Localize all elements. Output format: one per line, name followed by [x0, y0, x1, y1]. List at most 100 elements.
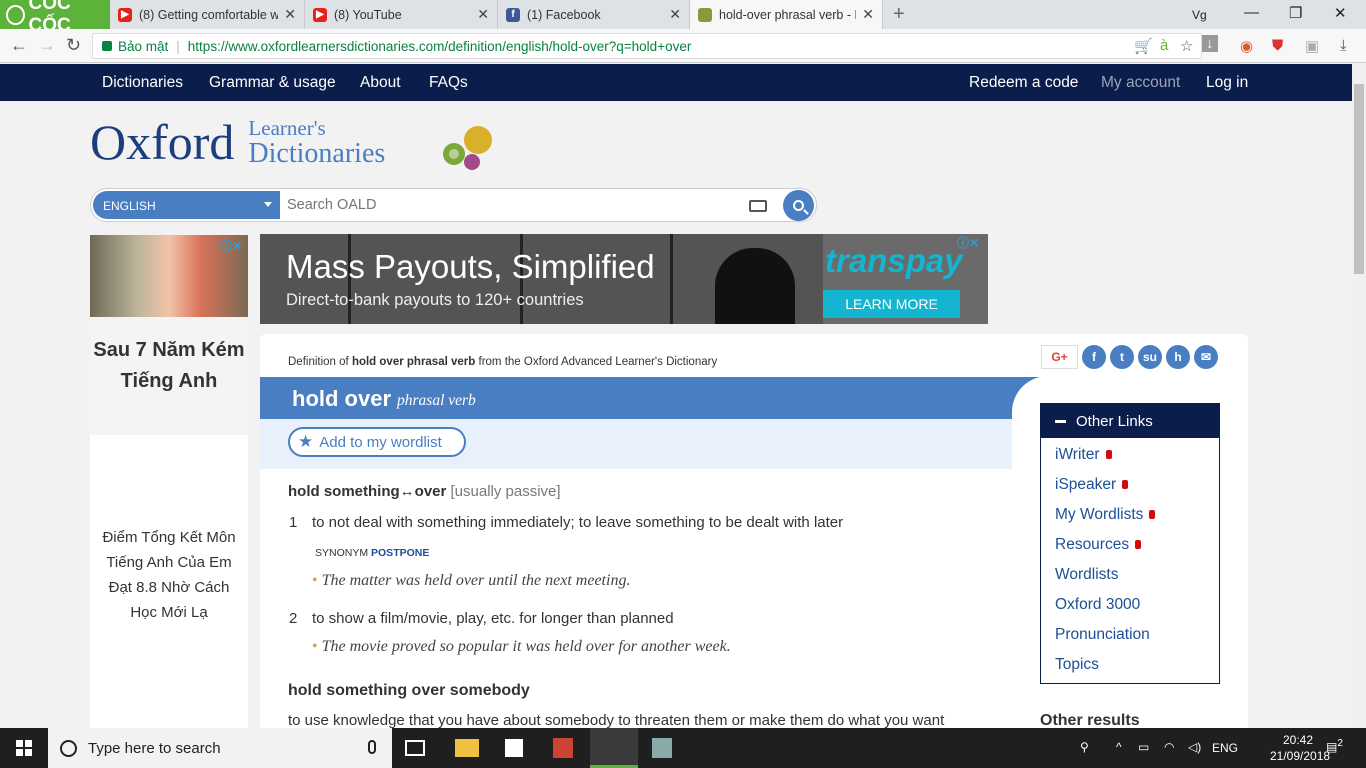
- sense-2-definition: to show a film/movie, play, etc. for lon…: [312, 610, 674, 627]
- ad-choices-icon[interactable]: ⓘ✕: [957, 234, 979, 251]
- page-scrollbar[interactable]: [1352, 64, 1366, 728]
- entry-2-heading: hold something over somebody: [288, 682, 530, 699]
- entry-1-note: [usually passive]: [450, 483, 561, 500]
- oxford-logo[interactable]: Oxford Learner's Dictionaries: [90, 112, 492, 172]
- battery-icon[interactable]: ▭: [1138, 740, 1149, 754]
- synonym-link[interactable]: POSTPONE: [371, 547, 429, 559]
- link-resources[interactable]: Resources: [1055, 536, 1142, 554]
- secure-label: Bảo mật: [118, 38, 169, 54]
- close-tab-icon[interactable]: ✕: [669, 6, 681, 23]
- learn-more-button[interactable]: LEARN MORE: [823, 290, 960, 318]
- notifications-icon[interactable]: ▤2: [1326, 738, 1343, 754]
- app-icon-2[interactable]: [652, 738, 672, 758]
- tab-oxford[interactable]: hold-over phrasal verb - D ✕: [690, 0, 883, 29]
- url-bar[interactable]: Bảo mật | https://www.oxfordlearnersdict…: [92, 33, 1202, 59]
- coccoc-taskbar-icon[interactable]: [590, 728, 638, 768]
- source-prefix: Definition of: [288, 356, 349, 368]
- language-select-value: ENGLISH: [103, 199, 156, 213]
- nav-about[interactable]: About: [360, 74, 401, 92]
- url-text[interactable]: https://www.oxfordlearnersdictionaries.c…: [188, 39, 692, 54]
- taskbar-clock[interactable]: 20:42 21/09/2018: [1270, 732, 1330, 764]
- other-links-header[interactable]: Other Links: [1041, 404, 1219, 438]
- link-my-wordlists[interactable]: My Wordlists: [1055, 506, 1156, 524]
- tab-youtube-video[interactable]: ▶ (8) Getting comfortable wi ✕: [110, 0, 305, 29]
- nav-grammar-usage[interactable]: Grammar & usage: [209, 74, 336, 92]
- banner-advertisement[interactable]: Mass Payouts, Simplified Direct-to-bank …: [260, 234, 988, 324]
- keyboard-icon[interactable]: [749, 200, 767, 212]
- banner-stripe: [670, 234, 673, 324]
- nav-my-account[interactable]: My account: [1101, 74, 1180, 92]
- close-tab-icon[interactable]: ✕: [284, 6, 296, 23]
- logo-line-1: Learner's: [248, 116, 326, 140]
- ad-body[interactable]: Điểm Tổng Kết Môn Tiếng Anh Của Em Đạt 8…: [100, 525, 238, 625]
- nav-faqs[interactable]: FAQs: [429, 74, 468, 92]
- restore-icon[interactable]: ❐: [1289, 4, 1302, 22]
- people-icon[interactable]: ⚲: [1080, 740, 1089, 754]
- store-icon[interactable]: [505, 739, 523, 757]
- search-button[interactable]: [783, 190, 814, 221]
- side-panel: Other Links iWriter iSpeaker My Wordlist…: [1012, 376, 1248, 734]
- share-icons: G+ f t su h ✉: [1041, 345, 1218, 369]
- task-view-icon[interactable]: [405, 740, 425, 756]
- chevron-up-icon[interactable]: ^: [1116, 740, 1122, 754]
- stumbleupon-share-icon[interactable]: su: [1138, 345, 1162, 369]
- input-language[interactable]: ENG: [1212, 741, 1238, 755]
- ad-choices-icon[interactable]: ⓘ✕: [220, 237, 242, 254]
- left-advertisement[interactable]: ⓘ✕ Sau 7 Năm Kém Tiếng Anh Điểm Tổng Kết…: [90, 235, 248, 728]
- twitter-share-icon[interactable]: t: [1110, 345, 1134, 369]
- lock-icon: [1149, 510, 1156, 520]
- user-profile-icon[interactable]: Vg: [1192, 8, 1207, 22]
- reload-icon[interactable]: ↻: [66, 35, 81, 56]
- downloads-icon[interactable]: ⤓: [1340, 37, 1347, 54]
- app-icon[interactable]: [553, 738, 573, 758]
- coccoc-menu-button[interactable]: CỐC CỐC: [0, 0, 110, 36]
- extension-icon[interactable]: ◉: [1240, 37, 1253, 55]
- wifi-icon[interactable]: ◠: [1164, 740, 1174, 754]
- facebook-share-icon[interactable]: f: [1082, 345, 1106, 369]
- download-icon[interactable]: ↓: [1202, 35, 1218, 52]
- sense-1-number: 1: [289, 514, 298, 531]
- search-input[interactable]: [287, 197, 727, 213]
- volume-icon[interactable]: ◁): [1188, 740, 1201, 754]
- nav-redeem-code[interactable]: Redeem a code: [969, 74, 1078, 92]
- nav-dictionaries[interactable]: Dictionaries: [102, 74, 183, 92]
- example-2: • The movie proved so popular it was hel…: [312, 638, 731, 656]
- entry-1-heading: hold something↔over [usually passive]: [288, 483, 561, 500]
- oxford-icon: [698, 7, 712, 22]
- shopping-cart-icon[interactable]: 🛒: [1134, 37, 1153, 55]
- bookmark-star-icon[interactable]: ☆: [1180, 37, 1193, 55]
- ad-heading[interactable]: Sau 7 Năm Kém Tiếng Anh: [90, 317, 248, 435]
- close-window-icon[interactable]: ✕: [1334, 4, 1347, 22]
- translate-icon[interactable]: à: [1160, 37, 1168, 54]
- link-topics[interactable]: Topics: [1055, 656, 1099, 674]
- scroll-thumb[interactable]: [1354, 84, 1364, 274]
- start-button[interactable]: [0, 728, 48, 768]
- email-share-icon[interactable]: ✉: [1194, 345, 1218, 369]
- forward-icon[interactable]: →: [38, 35, 56, 56]
- link-iwriter[interactable]: iWriter: [1055, 446, 1112, 464]
- link-oxford-3000[interactable]: Oxford 3000: [1055, 596, 1140, 614]
- link-wordlists[interactable]: Wordlists: [1055, 566, 1118, 584]
- tab-youtube[interactable]: ▶ (8) YouTube ✕: [305, 0, 498, 29]
- new-tab-icon[interactable]: +: [893, 3, 905, 26]
- tab-facebook[interactable]: f (1) Facebook ✕: [498, 0, 690, 29]
- extension-gray-icon[interactable]: ▣: [1305, 37, 1319, 55]
- link-pronunciation[interactable]: Pronunciation: [1055, 626, 1150, 644]
- add-to-wordlist-button[interactable]: ★ Add to my wordlist: [288, 427, 466, 457]
- close-tab-icon[interactable]: ✕: [477, 6, 489, 23]
- wordlist-band: ★ Add to my wordlist: [260, 419, 1012, 469]
- chevron-down-icon: [264, 202, 272, 207]
- hyves-share-icon[interactable]: h: [1166, 345, 1190, 369]
- logo-balls-icon: [443, 126, 492, 170]
- taskbar-search[interactable]: Type here to search: [48, 728, 392, 768]
- microphone-icon[interactable]: [368, 740, 376, 754]
- minimize-icon[interactable]: —: [1244, 4, 1259, 21]
- google-plus-share-icon[interactable]: G+: [1041, 345, 1078, 369]
- close-tab-icon[interactable]: ✕: [862, 6, 874, 23]
- link-ispeaker[interactable]: iSpeaker: [1055, 476, 1129, 494]
- language-select[interactable]: ENGLISH: [93, 191, 280, 219]
- back-icon[interactable]: ←: [10, 35, 28, 56]
- nav-log-in[interactable]: Log in: [1206, 74, 1248, 92]
- file-explorer-icon[interactable]: [455, 739, 479, 757]
- adblock-icon[interactable]: ⛊: [1272, 37, 1283, 54]
